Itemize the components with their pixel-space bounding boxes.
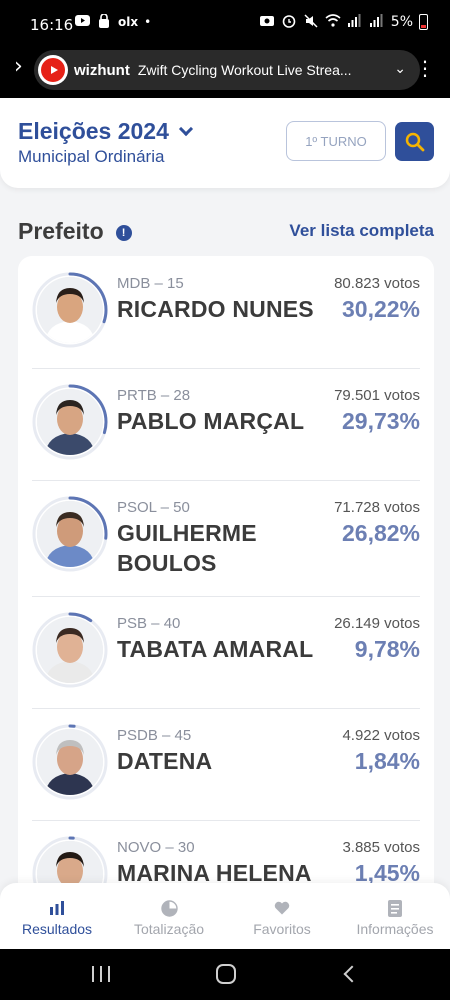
bottom-nav: Resultados Totalização Favoritos Informa… bbox=[0, 883, 450, 949]
nav-label: Totalização bbox=[133, 921, 205, 937]
alarm-icon bbox=[281, 14, 297, 30]
nav-item-informacoes[interactable]: Informações bbox=[339, 883, 450, 949]
candidate-votes: 26.149 votos bbox=[334, 615, 420, 632]
candidate-percent: 30,22% bbox=[341, 296, 420, 322]
candidate-name: PABLO MARÇAL bbox=[117, 408, 305, 434]
media-title: Zwift Cycling Workout Live Strea... bbox=[137, 62, 352, 78]
candidate-avatar bbox=[32, 496, 108, 572]
home-icon[interactable] bbox=[216, 964, 236, 984]
screen: 16:16 olx • 5% › wizhunt Zwift Cycling W… bbox=[0, 0, 450, 1000]
candidate-avatar bbox=[32, 272, 108, 348]
olx-icon: olx bbox=[118, 15, 139, 29]
election-selector[interactable]: Eleições 2024 bbox=[18, 118, 193, 145]
status-bar: 16:16 olx • 5% bbox=[0, 0, 450, 48]
search-button[interactable] bbox=[395, 122, 434, 161]
nav-label: Resultados bbox=[21, 921, 93, 937]
heart-icon bbox=[226, 899, 338, 917]
chevron-right-icon[interactable]: › bbox=[14, 54, 23, 79]
candidate-row[interactable]: PSOL – 50 GUILHERME BOULOS 71.728 votos 26,8… bbox=[18, 480, 434, 596]
battery-percent: 5% bbox=[390, 14, 413, 30]
search-icon bbox=[405, 132, 424, 151]
candidate-name: BOULOS bbox=[117, 550, 217, 576]
nav-label: Informações bbox=[356, 921, 434, 937]
candidate-percent: 9,78% bbox=[354, 636, 420, 662]
candidate-votes: 80.823 votos bbox=[334, 275, 420, 292]
candidate-name: TABATA AMARAL bbox=[117, 636, 314, 662]
status-right-icons: 5% bbox=[259, 14, 428, 30]
nav-item-totalizacao[interactable]: Totalização bbox=[113, 883, 225, 949]
pie-chart-icon bbox=[113, 899, 225, 917]
chevron-down-icon[interactable]: ⌄ bbox=[394, 61, 406, 77]
candidate-avatar bbox=[32, 612, 108, 688]
candidate-party: PSB – 40 bbox=[117, 615, 181, 632]
candidate-votes: 3.885 votos bbox=[342, 839, 420, 856]
candidate-percent: 26,82% bbox=[341, 520, 420, 546]
lock-icon bbox=[96, 13, 112, 30]
candidate-name: RICARDO NUNES bbox=[117, 296, 314, 322]
candidate-votes: 79.501 votos bbox=[334, 387, 420, 404]
section-title: Prefeito bbox=[18, 218, 104, 244]
candidate-row[interactable]: PSDB – 45 DATENA 4.922 votos 1,84% bbox=[18, 708, 434, 820]
candidate-percent: 1,84% bbox=[354, 748, 420, 774]
chevron-down-icon bbox=[178, 121, 193, 136]
candidate-votes: 71.728 votos bbox=[334, 499, 420, 516]
bar-chart-icon bbox=[1, 899, 113, 917]
candidate-votes: 4.922 votos bbox=[342, 727, 420, 744]
camera-icon bbox=[259, 14, 275, 30]
candidate-party: MDB – 15 bbox=[117, 275, 184, 292]
signal-icon bbox=[347, 14, 363, 30]
candidate-list: MDB – 15 RICARDO NUNES 80.823 votos 30,22% P… bbox=[18, 256, 434, 956]
see-full-list-link[interactable]: Ver lista completa bbox=[289, 221, 434, 241]
document-icon bbox=[339, 899, 450, 917]
status-left-icons: olx • bbox=[74, 13, 152, 30]
more-vertical-icon[interactable]: ⋮ bbox=[415, 56, 435, 80]
system-nav-bar bbox=[0, 949, 450, 1000]
candidate-avatar bbox=[32, 724, 108, 800]
candidate-name: DATENA bbox=[117, 748, 213, 774]
dot-icon: • bbox=[144, 15, 152, 29]
media-notification[interactable]: wizhunt Zwift Cycling Workout Live Strea… bbox=[34, 50, 420, 90]
election-subtitle: Municipal Ordinária bbox=[18, 147, 165, 166]
info-icon[interactable]: ! bbox=[115, 224, 132, 241]
header-card: Eleições 2024 Municipal Ordinária 1º TUR… bbox=[0, 98, 450, 188]
battery-icon bbox=[419, 14, 428, 30]
back-icon[interactable] bbox=[343, 965, 361, 983]
media-source: wizhunt bbox=[74, 61, 130, 79]
nav-item-resultados[interactable]: Resultados bbox=[1, 883, 113, 949]
election-title: Eleições 2024 bbox=[18, 118, 169, 144]
youtube-icon bbox=[74, 14, 90, 30]
candidate-percent: 29,73% bbox=[341, 408, 420, 434]
candidate-avatar bbox=[32, 384, 108, 460]
section-header: Prefeito ! bbox=[18, 218, 132, 245]
wifi-icon bbox=[325, 14, 341, 30]
media-notification-area: › wizhunt Zwift Cycling Workout Live Str… bbox=[0, 48, 450, 98]
nav-item-favoritos[interactable]: Favoritos bbox=[226, 883, 338, 949]
nav-label: Favoritos bbox=[253, 921, 311, 937]
mute-icon bbox=[303, 14, 319, 30]
turno-button[interactable]: 1º TURNO bbox=[286, 121, 386, 161]
candidate-row[interactable]: PRTB – 28 PABLO MARÇAL 79.501 votos 29,73% bbox=[18, 368, 434, 480]
candidate-party: PRTB – 28 bbox=[117, 387, 191, 404]
candidate-party: PSDB – 45 bbox=[117, 727, 192, 744]
candidate-party: PSOL – 50 bbox=[117, 499, 190, 516]
status-time: 16:16 bbox=[30, 16, 74, 34]
candidate-party: NOVO – 30 bbox=[117, 839, 195, 856]
candidate-row[interactable]: PSB – 40 TABATA AMARAL 26.149 votos 9,78% bbox=[18, 596, 434, 708]
signal-icon bbox=[369, 14, 385, 30]
recent-apps-icon[interactable] bbox=[92, 966, 110, 982]
youtube-app-icon bbox=[38, 55, 68, 85]
candidate-row[interactable]: MDB – 15 RICARDO NUNES 80.823 votos 30,22% bbox=[18, 256, 434, 368]
candidate-name: GUILHERME bbox=[117, 520, 257, 546]
